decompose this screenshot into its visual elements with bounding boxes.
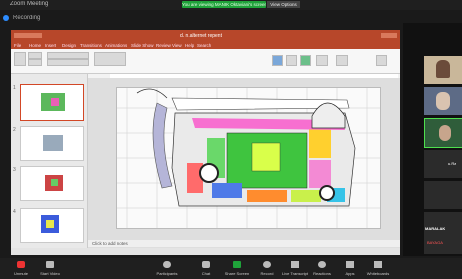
designer-button[interactable] bbox=[376, 55, 387, 66]
recording-label: Recording bbox=[13, 15, 41, 21]
thumb-number: 4 bbox=[13, 209, 16, 215]
window-controls[interactable] bbox=[381, 33, 397, 38]
thumb-plan-accent bbox=[51, 179, 58, 186]
notes-pane[interactable] bbox=[88, 240, 400, 247]
live-transcript-icon[interactable] bbox=[291, 261, 299, 268]
floor-plan-drawing bbox=[117, 88, 380, 228]
menu-slide-show[interactable]: Slide Show bbox=[131, 43, 154, 48]
participants-label[interactable]: Participants bbox=[149, 271, 185, 276]
zoom-status-bar bbox=[0, 12, 462, 23]
ppt-document-title: d. n.alternet repent bbox=[180, 33, 222, 39]
quick-access-toolbar[interactable] bbox=[14, 33, 42, 38]
slide-thumbnail-2[interactable] bbox=[20, 126, 84, 161]
current-slide[interactable] bbox=[116, 87, 381, 229]
participant-name: BAYAGA bbox=[427, 240, 443, 245]
start-video-label[interactable]: Start Video bbox=[32, 271, 68, 276]
screen-share-banner: You are viewing MANIK Oktaviani's screen bbox=[182, 1, 266, 8]
participant-video bbox=[436, 92, 450, 110]
participant-tile-2[interactable] bbox=[424, 87, 462, 115]
paragraph-group[interactable] bbox=[94, 52, 126, 66]
menu-animations[interactable]: Animations bbox=[105, 43, 127, 48]
menu-search[interactable]: Search bbox=[197, 43, 211, 48]
thumb-number: 1 bbox=[13, 85, 16, 91]
thumb-number: 3 bbox=[13, 167, 16, 173]
participant-name: u.Ra bbox=[448, 161, 457, 166]
whiteboards-icon[interactable] bbox=[374, 261, 382, 268]
ppt-status-bar bbox=[11, 248, 400, 255]
find-replace-button[interactable] bbox=[336, 55, 348, 66]
participant-video bbox=[436, 60, 450, 78]
participant-video bbox=[439, 125, 451, 141]
new-slide-button[interactable] bbox=[28, 52, 42, 59]
participant-name: MARALAK bbox=[425, 226, 446, 231]
thumb-plan-accent bbox=[46, 220, 54, 228]
slide-thumbnail-4[interactable] bbox=[20, 208, 84, 243]
slide-thumbnail-3[interactable] bbox=[20, 166, 84, 201]
reactions-icon[interactable] bbox=[318, 261, 326, 268]
record-icon[interactable] bbox=[263, 261, 271, 268]
font-format-buttons[interactable] bbox=[47, 59, 89, 66]
participant-tile-1[interactable] bbox=[424, 56, 462, 84]
shapes-button[interactable] bbox=[272, 55, 283, 66]
security-shield-icon bbox=[3, 15, 9, 21]
participant-tile-3-active-speaker[interactable] bbox=[424, 118, 462, 148]
participant-tile-7[interactable] bbox=[424, 236, 462, 254]
menu-review[interactable]: Review bbox=[156, 43, 171, 48]
paste-button[interactable] bbox=[14, 52, 26, 66]
menu-home[interactable]: Home bbox=[29, 43, 41, 48]
menu-transitions[interactable]: Transitions bbox=[80, 43, 102, 48]
apps-icon[interactable] bbox=[346, 261, 354, 268]
thumb-plan-image bbox=[43, 135, 63, 151]
video-camera-icon[interactable] bbox=[46, 261, 54, 268]
font-selector[interactable] bbox=[47, 52, 89, 59]
share-screen-icon[interactable] bbox=[233, 261, 241, 268]
menu-insert[interactable]: Insert bbox=[45, 43, 56, 48]
zoom-window-title: Zoom Meeting bbox=[10, 1, 49, 7]
participant-tile-5[interactable] bbox=[424, 181, 462, 209]
layout-button[interactable] bbox=[28, 59, 42, 66]
menu-view[interactable]: View bbox=[172, 43, 182, 48]
whiteboards-label[interactable]: Whiteboards bbox=[360, 271, 396, 276]
view-options-button[interactable]: View Options bbox=[267, 1, 300, 8]
menu-design[interactable]: Design bbox=[62, 43, 76, 48]
arrange-button[interactable] bbox=[286, 55, 297, 66]
shape-fill-button[interactable] bbox=[316, 55, 328, 66]
notes-placeholder: Click to add notes bbox=[92, 241, 128, 246]
menu-file[interactable]: File bbox=[14, 43, 21, 48]
thumb-number: 2 bbox=[13, 127, 16, 133]
menu-help[interactable]: Help bbox=[185, 43, 194, 48]
chat-icon[interactable] bbox=[202, 261, 210, 268]
thumb-plan-accent bbox=[51, 98, 59, 106]
participants-icon[interactable] bbox=[163, 261, 171, 268]
microphone-muted-icon[interactable] bbox=[17, 261, 25, 268]
quick-styles-button[interactable] bbox=[300, 55, 311, 66]
slide-thumbnail-1[interactable] bbox=[20, 84, 84, 121]
